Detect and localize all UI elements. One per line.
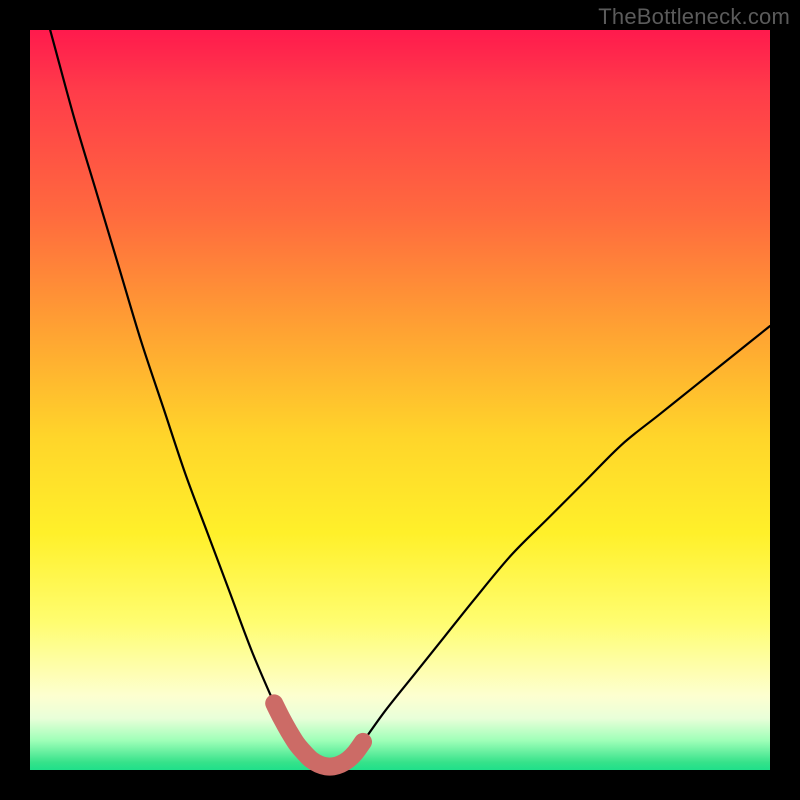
optimal-zone-marker [274,703,363,766]
chart-plot-area [30,30,770,770]
watermark-text: TheBottleneck.com [598,4,790,30]
chart-svg [30,30,770,770]
chart-frame: TheBottleneck.com [0,0,800,800]
bottleneck-curve [30,0,770,767]
